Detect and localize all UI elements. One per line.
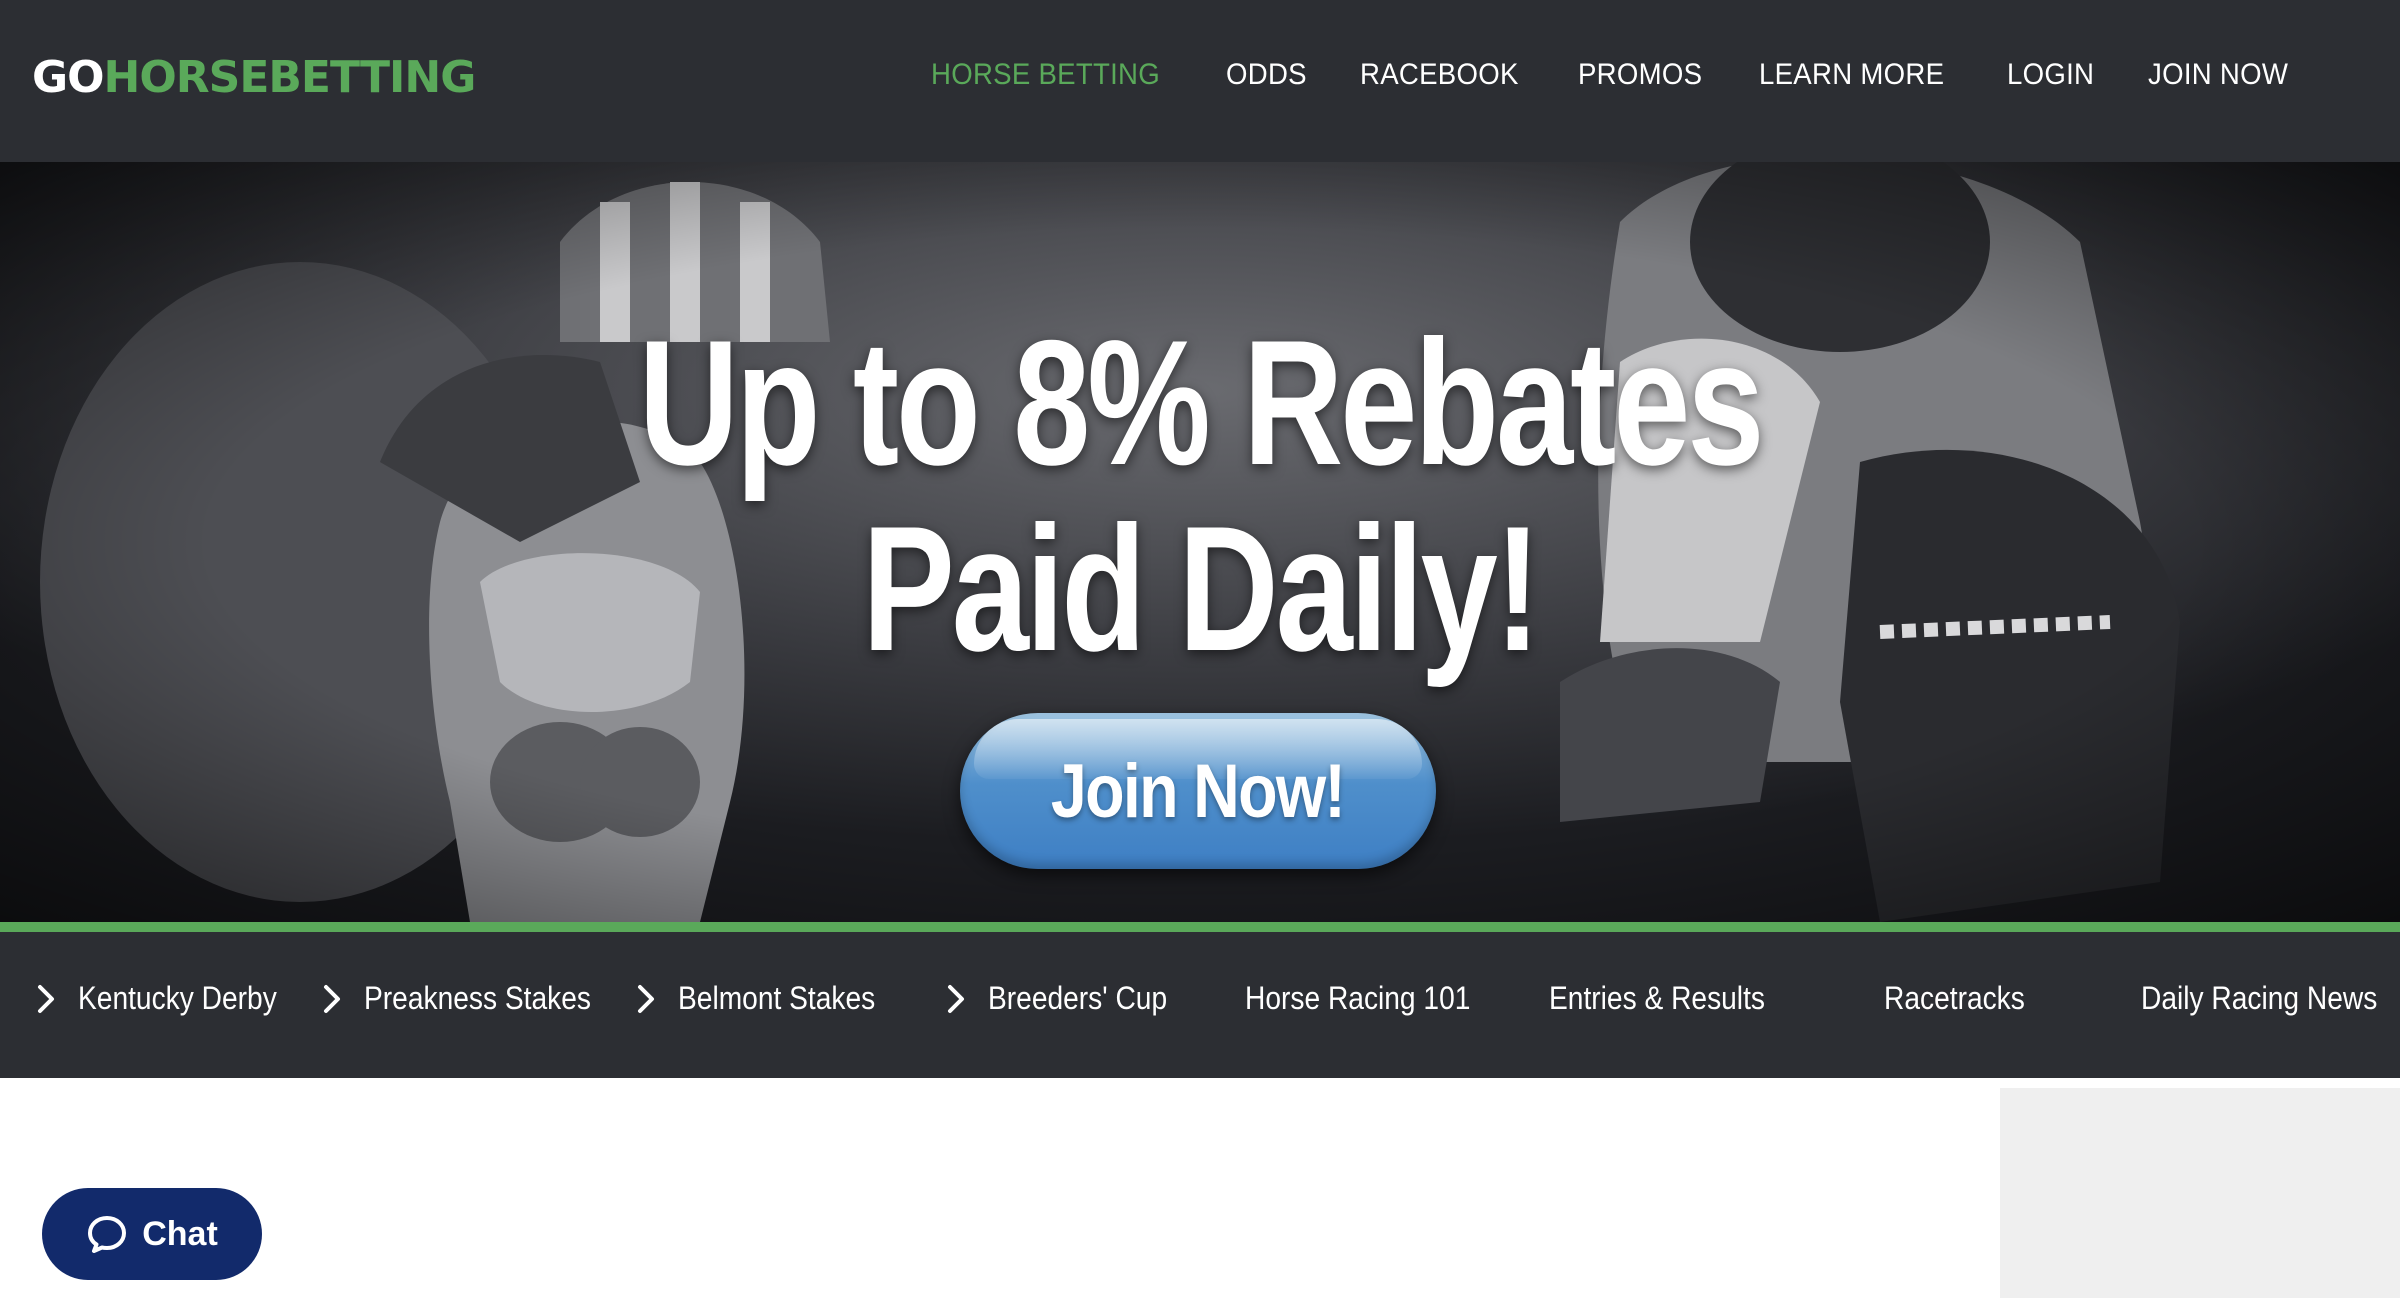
nav-racebook[interactable]: RACEBOOK xyxy=(1360,58,1519,92)
main-content-area xyxy=(0,1088,2000,1298)
nav-join-now[interactable]: JOIN NOW xyxy=(2148,58,2288,92)
race-nav: Kentucky Derby Preakness Stakes Belmont … xyxy=(0,932,2400,1078)
join-now-button-label: Join Now! xyxy=(1051,748,1346,834)
nav-learn-more[interactable]: LEARN MORE xyxy=(1759,58,1944,92)
chat-button-label: Chat xyxy=(142,1214,218,1253)
right-sidebar xyxy=(2000,1088,2400,1298)
site-logo[interactable]: GOHORSEBETTING xyxy=(32,52,477,103)
chevron-right-icon xyxy=(948,984,964,1013)
race-nav-label: Kentucky Derby xyxy=(78,980,277,1016)
nav-promos[interactable]: PROMOS xyxy=(1578,58,1702,92)
hero-headline-line2: Paid Daily! xyxy=(862,489,1541,688)
race-nav-daily-racing-news[interactable]: Daily Racing News xyxy=(2141,980,2400,1017)
race-nav-preakness-stakes[interactable]: Preakness Stakes xyxy=(322,980,622,1017)
accent-divider xyxy=(0,922,2400,932)
chat-bubble-icon xyxy=(88,1216,127,1253)
main-nav: HORSE BETTING ODDS RACEBOOK PROMOS LEARN… xyxy=(931,58,2300,92)
race-nav-label: Entries & Results xyxy=(1549,980,1765,1016)
nav-horse-betting[interactable]: HORSE BETTING xyxy=(931,58,1160,92)
race-nav-horse-racing-101[interactable]: Horse Racing 101 xyxy=(1245,980,1501,1017)
race-nav-label: Preakness Stakes xyxy=(364,980,591,1016)
race-nav-label: Racetracks xyxy=(1884,980,2025,1016)
race-nav-racetracks[interactable]: Racetracks xyxy=(1884,980,2044,1017)
chevron-right-icon xyxy=(324,984,340,1013)
race-nav-label: Belmont Stakes xyxy=(678,980,876,1016)
chat-button[interactable]: Chat xyxy=(42,1188,262,1280)
race-nav-entries-results[interactable]: Entries & Results xyxy=(1549,980,1794,1017)
race-nav-label: Breeders' Cup xyxy=(988,980,1168,1016)
nav-odds[interactable]: ODDS xyxy=(1226,58,1307,92)
logo-part-horsebetting: HORSEBETTING xyxy=(103,52,477,103)
hero-headline: Up to 8% Rebates Paid Daily! xyxy=(264,310,2136,682)
race-nav-belmont-stakes[interactable]: Belmont Stakes xyxy=(636,980,902,1017)
join-now-button[interactable]: Join Now! xyxy=(960,713,1436,869)
logo-part-go: GO xyxy=(32,52,105,103)
hero-headline-line1: Up to 8% Rebates xyxy=(638,303,1765,502)
race-nav-breeders-cup[interactable]: Breeders' Cup xyxy=(946,980,1192,1017)
nav-login[interactable]: LOGIN xyxy=(2007,58,2094,92)
site-header: GOHORSEBETTING HORSE BETTING ODDS RACEBO… xyxy=(0,0,2400,162)
hero-banner: Up to 8% Rebates Paid Daily! Join Now! xyxy=(0,162,2400,922)
chevron-right-icon xyxy=(638,984,654,1013)
race-nav-label: Daily Racing News xyxy=(2141,980,2378,1016)
chevron-right-icon xyxy=(38,984,54,1013)
race-nav-label: Horse Racing 101 xyxy=(1245,980,1471,1016)
race-nav-kentucky-derby[interactable]: Kentucky Derby xyxy=(36,980,304,1017)
